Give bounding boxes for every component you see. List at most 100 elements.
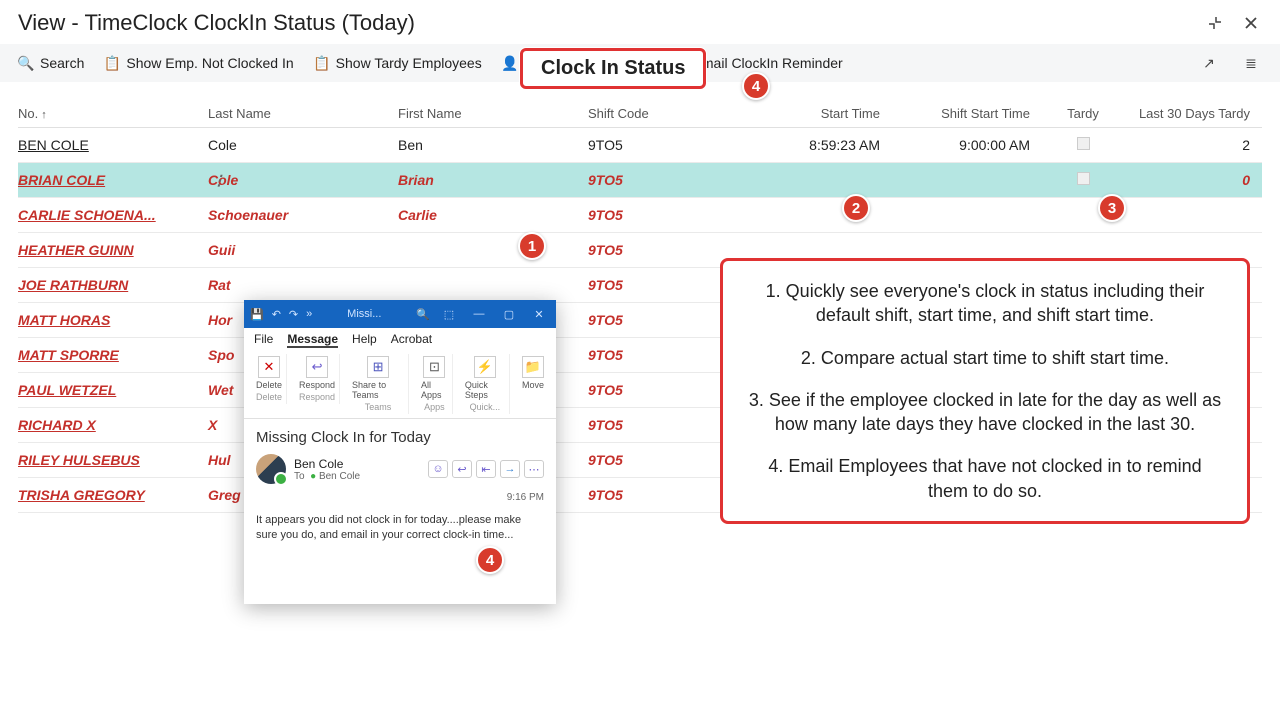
ribbon-respond-group: Respond <box>299 392 335 402</box>
search-label: Search <box>40 55 84 71</box>
email-to: To ● Ben Cole <box>294 471 360 482</box>
cell-last: Schoenauer <box>208 207 398 223</box>
ribbon-apps-group: Apps <box>424 402 445 412</box>
tab-acrobat[interactable]: Acrobat <box>391 332 432 348</box>
tardy-checkbox <box>1077 137 1090 150</box>
badge-3: 3 <box>1098 194 1126 222</box>
person-icon: 👤 <box>502 55 518 71</box>
cell-shift-start: 9:00:00 AM <box>888 137 1038 153</box>
table-row[interactable]: BRIAN COLE⋮ColeBrian9TO50 <box>18 163 1262 198</box>
outlook-tabs: File Message Help Acrobat <box>244 328 556 348</box>
save-icon[interactable]: 💾 <box>250 308 264 321</box>
not-clocked-label: Show Emp. Not Clocked In <box>126 55 293 71</box>
cell-no[interactable]: RICHARD X <box>18 417 208 433</box>
show-not-clocked-button[interactable]: 📋 Show Emp. Not Clocked In <box>104 55 293 71</box>
avatar[interactable] <box>256 454 286 484</box>
cell-shift: 9TO5 <box>588 172 738 188</box>
cell-last30: 0 <box>1128 172 1258 188</box>
cell-no[interactable]: MATT SPORRE <box>18 347 208 363</box>
col-no[interactable]: No. <box>18 106 208 121</box>
info-panel: 1. Quickly see everyone's clock in statu… <box>720 258 1250 524</box>
cell-last: Guii <box>208 242 398 258</box>
show-tardy-button[interactable]: 📋 Show Tardy Employees <box>314 55 482 71</box>
cell-no[interactable]: HEATHER GUINN <box>18 242 208 258</box>
badge-4a: 4 <box>742 72 770 100</box>
outlook-window-title: Missi... <box>320 308 408 320</box>
col-shift-start[interactable]: Shift Start Time <box>888 106 1038 121</box>
reply-all-icon[interactable]: ⇤ <box>476 460 496 478</box>
ribbon-respond[interactable]: ↩RespondRespond <box>295 354 340 404</box>
tab-file[interactable]: File <box>254 332 273 348</box>
cell-last30: 2 <box>1128 137 1258 153</box>
ribbon-delete[interactable]: ✕DeleteDelete <box>252 354 287 404</box>
table-row[interactable]: CARLIE SCHOENA...SchoenauerCarlie9TO5 <box>18 198 1262 233</box>
row-menu-icon[interactable]: ⋮ <box>212 172 226 189</box>
table-row[interactable]: BEN COLEColeBen9TO58:59:23 AM9:00:00 AM2 <box>18 128 1262 163</box>
outlook-window: 💾 ↶ ↷ » Missi... 🔍 ⬚ — ▢ ✕ File Message … <box>244 300 556 604</box>
badge-4b: 4 <box>476 546 504 574</box>
reply-icon: ↩ <box>306 356 328 378</box>
info-3: 3. See if the employee clocked in late f… <box>747 388 1223 437</box>
list-view-icon[interactable]: ≣ <box>1240 52 1262 74</box>
col-shift[interactable]: Shift Code <box>588 106 738 121</box>
cell-no[interactable]: JOE RATHBURN <box>18 277 208 293</box>
info-4: 4. Email Employees that have not clocked… <box>747 454 1223 503</box>
cell-tardy <box>1038 137 1128 153</box>
cell-start: 8:59:23 AM <box>738 137 888 153</box>
ribbon-apps[interactable]: ⊡All AppsApps <box>417 354 453 414</box>
cell-first: Carlie <box>398 207 588 223</box>
email-from: Ben Cole <box>294 457 360 471</box>
cell-first: Ben <box>398 137 588 153</box>
ribbon-move[interactable]: 📁Move <box>518 354 548 392</box>
ribbon-quick-group: Quick... <box>470 402 501 412</box>
cell-no[interactable]: BRIAN COLE⋮ <box>18 172 208 188</box>
badge-1: 1 <box>518 232 546 260</box>
col-last[interactable]: Last Name <box>208 106 398 121</box>
list-icon: 📋 <box>104 55 120 71</box>
cell-no[interactable]: RILEY HULSEBUS <box>18 452 208 468</box>
cell-no[interactable]: TRISHA GREGORY <box>18 487 208 503</box>
ribbon-teams-label: Share to Teams <box>352 380 404 400</box>
ribbon-delete-label: Delete <box>256 380 282 390</box>
cell-shift: 9TO5 <box>588 452 738 468</box>
popout-icon[interactable]: ⬚ <box>438 308 460 321</box>
collapse-icon[interactable] <box>1204 12 1226 34</box>
col-last30[interactable]: Last 30 Days Tardy <box>1128 106 1258 121</box>
ribbon-teams[interactable]: ⊞Share to TeamsTeams <box>348 354 409 414</box>
col-start[interactable]: Start Time <box>738 106 888 121</box>
share-icon[interactable]: ↗ <box>1198 52 1220 74</box>
cell-shift: 9TO5 <box>588 347 738 363</box>
maximize-icon[interactable]: ▢ <box>498 308 520 321</box>
reply-icon[interactable]: ↩ <box>452 460 472 478</box>
minimize-icon[interactable]: — <box>468 308 490 320</box>
ribbon-quick[interactable]: ⚡Quick StepsQuick... <box>461 354 510 414</box>
redo-icon[interactable]: ↷ <box>289 308 298 321</box>
cell-first: Brian <box>398 172 588 188</box>
cell-no[interactable]: BEN COLE <box>18 137 208 153</box>
col-tardy[interactable]: Tardy <box>1038 106 1128 121</box>
search-button[interactable]: 🔍 Search <box>18 55 84 71</box>
more-icon[interactable]: ⋯ <box>524 460 544 478</box>
col-first[interactable]: First Name <box>398 106 588 121</box>
tab-help[interactable]: Help <box>352 332 377 348</box>
cell-shift: 9TO5 <box>588 312 738 328</box>
email-label: Email ClockIn Reminder <box>693 55 843 71</box>
ribbon-teams-group: Teams <box>365 402 392 412</box>
close-icon[interactable]: ✕ <box>528 308 550 321</box>
cell-shift: 9TO5 <box>588 277 738 293</box>
ribbon-delete-group: Delete <box>256 392 282 402</box>
cell-no[interactable]: MATT HORAS <box>18 312 208 328</box>
cell-no[interactable]: CARLIE SCHOENA... <box>18 207 208 223</box>
outlook-titlebar[interactable]: 💾 ↶ ↷ » Missi... 🔍 ⬚ — ▢ ✕ <box>244 300 556 328</box>
forward-icon[interactable]: → <box>500 460 520 478</box>
tab-message[interactable]: Message <box>287 332 338 348</box>
search-icon[interactable]: 🔍 <box>416 308 430 321</box>
email-subject: Missing Clock In for Today <box>244 419 556 450</box>
close-icon[interactable] <box>1240 12 1262 34</box>
list-icon: 📋 <box>314 55 330 71</box>
grid-header: No. Last Name First Name Shift Code Star… <box>18 100 1262 128</box>
overflow-icon[interactable]: » <box>306 308 312 320</box>
react-icon[interactable]: ☺ <box>428 460 448 478</box>
undo-icon[interactable]: ↶ <box>272 308 281 321</box>
cell-no[interactable]: PAUL WETZEL <box>18 382 208 398</box>
